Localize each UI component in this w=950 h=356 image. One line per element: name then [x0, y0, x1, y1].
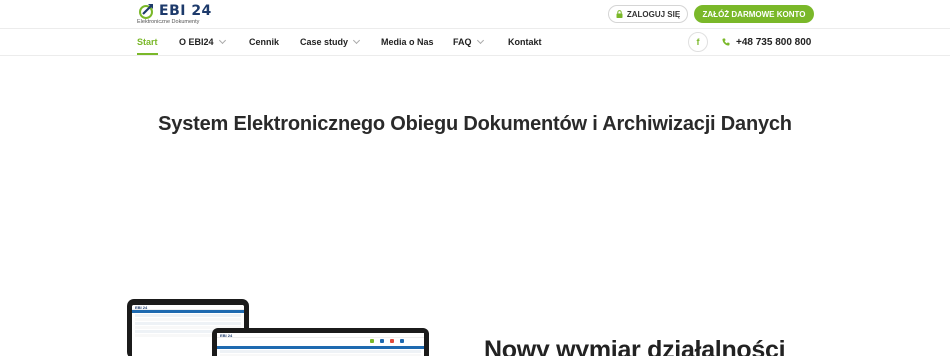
laptop-image: EBI 24 [212, 328, 429, 356]
logo-text: EBI 24 [159, 3, 212, 19]
screen-row [135, 322, 241, 325]
nav-item-faq[interactable]: FAQ [453, 29, 484, 55]
nav-item-start[interactable]: Start [137, 29, 158, 55]
nav-item-media[interactable]: Media o Nas [381, 29, 434, 55]
hero-subtitle: Nowy wymiar działalności [484, 336, 786, 356]
nav-item-kontakt[interactable]: Kontakt [508, 29, 542, 55]
screen-logo: EBI 24 [135, 305, 148, 310]
screen-row [135, 314, 241, 317]
screen-header: EBI 24 [132, 305, 244, 310]
screen-menu-bar [132, 310, 244, 313]
screen-icon [370, 339, 374, 343]
top-bar: EBI 24 Elektroniczne Dokumenty ZALOGUJ S… [0, 0, 950, 29]
logo-arrow-icon [139, 4, 153, 19]
nav-item-label: FAQ [453, 37, 472, 47]
lock-icon [616, 10, 623, 18]
nav-item-o-ebi24[interactable]: O EBI24 [179, 29, 226, 55]
logo-tagline: Elektroniczne Dokumenty [137, 19, 200, 25]
nav-item-label: Start [137, 37, 158, 47]
nav-item-label: O EBI24 [179, 37, 214, 47]
screen-row [220, 350, 421, 353]
devices-illustration: EBI 24 EBI 24 [120, 296, 440, 356]
phone-icon [722, 38, 730, 46]
screen-menu-bar [217, 346, 424, 349]
login-label: ZALOGUJ SIĘ [626, 9, 681, 19]
screen-row [135, 318, 241, 321]
screen-header: EBI 24 [217, 333, 424, 338]
screen-icon [390, 339, 394, 343]
nav-item-cennik[interactable]: Cennik [249, 29, 279, 55]
login-button[interactable]: ZALOGUJ SIĘ [608, 5, 688, 23]
screen-icon [400, 339, 404, 343]
laptop-screen: EBI 24 [217, 333, 424, 356]
screen-logo: EBI 24 [220, 333, 233, 338]
chevron-down-icon [352, 36, 361, 45]
register-button[interactable]: ZAŁÓŻ DARMOWE KONTO [694, 5, 814, 23]
nav-item-label: Cennik [249, 37, 280, 47]
chevron-down-icon [476, 36, 484, 45]
screen-icon [380, 339, 384, 343]
hero-title: System Elektronicznego Obiegu Dokumentów… [158, 113, 792, 135]
phone-number: +48 735 800 800 [736, 36, 812, 48]
chevron-down-icon [218, 36, 226, 45]
screen-icons [370, 339, 404, 343]
nav-item-case-study[interactable]: Case study [300, 29, 361, 55]
phone-link[interactable]: +48 735 800 800 [722, 29, 811, 55]
nav-item-label: Media o Nas [381, 37, 434, 47]
facebook-icon[interactable]: f [688, 32, 708, 52]
nav-item-label: Case study [300, 37, 349, 47]
main-nav: Start O EBI24 Cennik Case study Media o … [0, 29, 950, 56]
nav-item-label: Kontakt [508, 37, 542, 47]
logo[interactable]: EBI 24 Elektroniczne Dokumenty [137, 2, 227, 26]
